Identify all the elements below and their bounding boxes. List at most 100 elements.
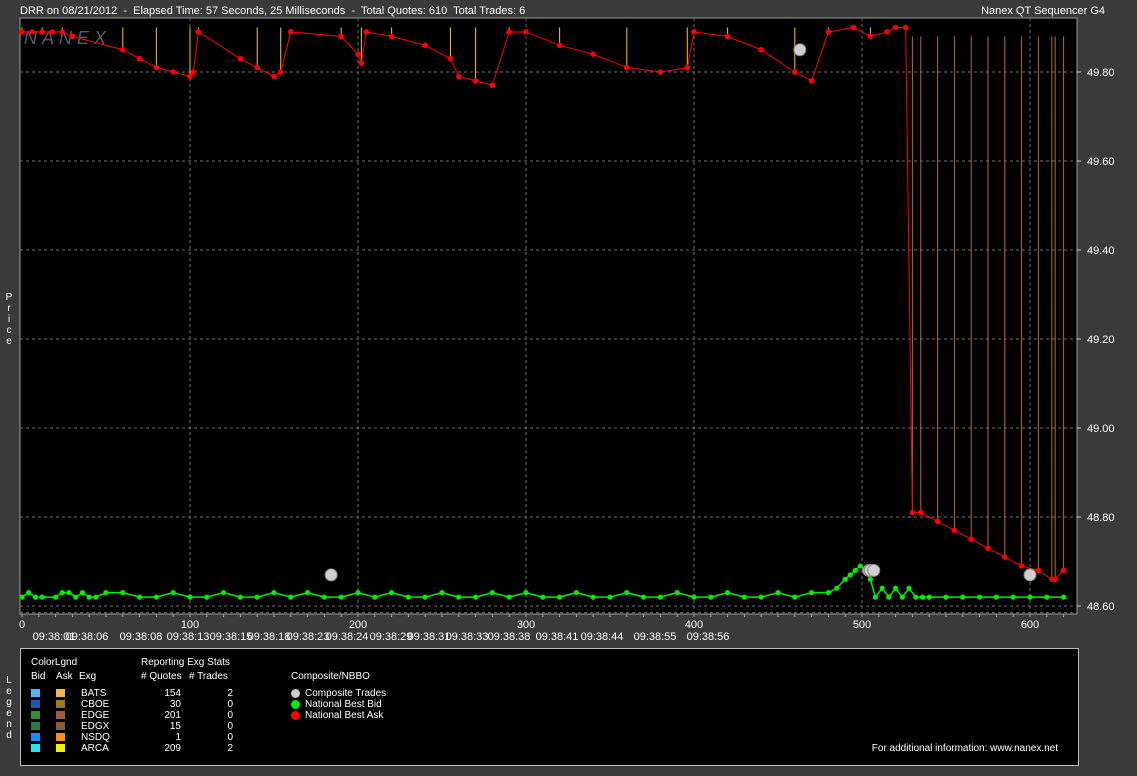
legend-label-char: L <box>6 675 12 686</box>
bid-point <box>899 594 905 600</box>
bid-point <box>422 594 428 600</box>
bid-point <box>405 594 411 600</box>
x-tick-label: 100 <box>181 619 199 631</box>
x-tick-label: 500 <box>853 619 871 631</box>
trade-count: 0 <box>227 710 233 721</box>
bid-point <box>456 594 462 600</box>
time-label: 09:38:56 <box>687 631 730 643</box>
ask-swatch <box>56 700 65 708</box>
bid-heading: Bid <box>31 671 46 682</box>
ask-point <box>277 69 284 75</box>
ask-point <box>808 78 815 84</box>
composite-label: National Best Bid <box>305 699 382 710</box>
ask-point <box>19 29 25 35</box>
legend-label-char: d <box>6 730 12 741</box>
time-label: 09:38:23 <box>287 631 330 643</box>
bid-point <box>204 594 210 600</box>
bid-swatch <box>31 744 40 752</box>
exchange-name: EDGX <box>81 721 110 732</box>
exchange-name: CBOE <box>81 699 110 710</box>
quote-count: 30 <box>169 699 181 710</box>
quote-count: 201 <box>164 710 181 721</box>
reporting-heading: Reporting Exg Stats <box>141 657 230 668</box>
bid-swatch <box>31 711 40 719</box>
ask-point <box>472 78 479 84</box>
ask-point <box>153 64 160 71</box>
bid-point <box>708 594 714 600</box>
bid-point <box>1044 594 1050 600</box>
bid-point <box>120 590 126 596</box>
y-tick-label: 49.20 <box>1087 334 1115 346</box>
bid-point <box>977 594 983 600</box>
time-label: 09:38:24 <box>326 631 369 643</box>
ask-swatch <box>56 711 65 719</box>
bid-point <box>39 594 45 600</box>
ask-point <box>254 64 260 71</box>
ask-point <box>187 73 193 80</box>
composite-label: National Best Ask <box>305 710 384 721</box>
time-label: 09:38:31 <box>408 631 451 643</box>
bid-point <box>53 594 59 600</box>
exchange-name: NSDQ <box>81 732 110 743</box>
bid-point <box>93 594 99 600</box>
bid-point <box>439 590 445 596</box>
ask-point <box>758 46 764 53</box>
bid-point <box>886 594 892 600</box>
bid-point <box>59 590 65 596</box>
quotes-heading: # Quotes <box>141 671 182 682</box>
bid-point <box>19 594 25 600</box>
composite-dot <box>291 689 300 698</box>
bid-point <box>321 594 327 600</box>
ask-point <box>506 29 512 35</box>
bid-point <box>305 590 311 596</box>
time-label: 09:38:29 <box>370 631 413 643</box>
legend-label-char: e <box>6 686 12 697</box>
bid-swatch <box>31 733 40 741</box>
bid-point <box>137 594 143 600</box>
bid-point <box>372 594 378 600</box>
ask-point <box>136 55 143 62</box>
quote-count: 209 <box>164 743 181 754</box>
bid-point <box>893 585 899 591</box>
bid-point <box>389 590 395 596</box>
y-tick-label: 49.80 <box>1087 67 1115 79</box>
legend-label-char: n <box>6 719 12 730</box>
time-label: 09:38:38 <box>488 631 531 643</box>
ask-heading: Ask <box>56 671 73 682</box>
ask-point <box>523 29 529 35</box>
time-label: 09:38:44 <box>581 631 624 643</box>
trade-count: 0 <box>227 732 233 743</box>
ask-point <box>363 29 370 35</box>
bid-point <box>775 590 781 596</box>
bid-point <box>66 590 72 596</box>
bid-point <box>725 590 731 596</box>
bid-point <box>674 590 680 596</box>
bid-point <box>857 563 863 569</box>
ask-point <box>355 51 361 57</box>
ask-point <box>657 69 664 75</box>
bid-point <box>825 590 832 596</box>
bid-point <box>792 594 798 600</box>
bid-point <box>624 590 630 596</box>
time-label: 09:38:41 <box>536 631 579 643</box>
bid-point <box>657 594 664 600</box>
bid-point <box>919 594 926 600</box>
ask-point <box>489 82 496 89</box>
ask-point <box>120 46 126 53</box>
ask-point <box>909 509 916 516</box>
trade-marker <box>867 563 881 577</box>
price-chart: NANEX 49.80 49.60 49.40 49.20 49.00 48.80 48.6… <box>19 17 1115 643</box>
x-tick-label: 600 <box>1021 619 1039 631</box>
bid-point <box>32 594 39 600</box>
trade-marker <box>1023 568 1037 582</box>
ask-point <box>951 527 958 534</box>
ask-point <box>456 73 462 80</box>
ask-point <box>968 536 974 543</box>
bid-point <box>993 594 1000 600</box>
bid-point <box>1010 594 1016 600</box>
trade-count: 0 <box>227 699 233 710</box>
ask-point <box>69 33 76 40</box>
ask-point <box>59 29 66 35</box>
bid-point <box>913 594 919 600</box>
exchange-name: ARCA <box>81 743 109 754</box>
